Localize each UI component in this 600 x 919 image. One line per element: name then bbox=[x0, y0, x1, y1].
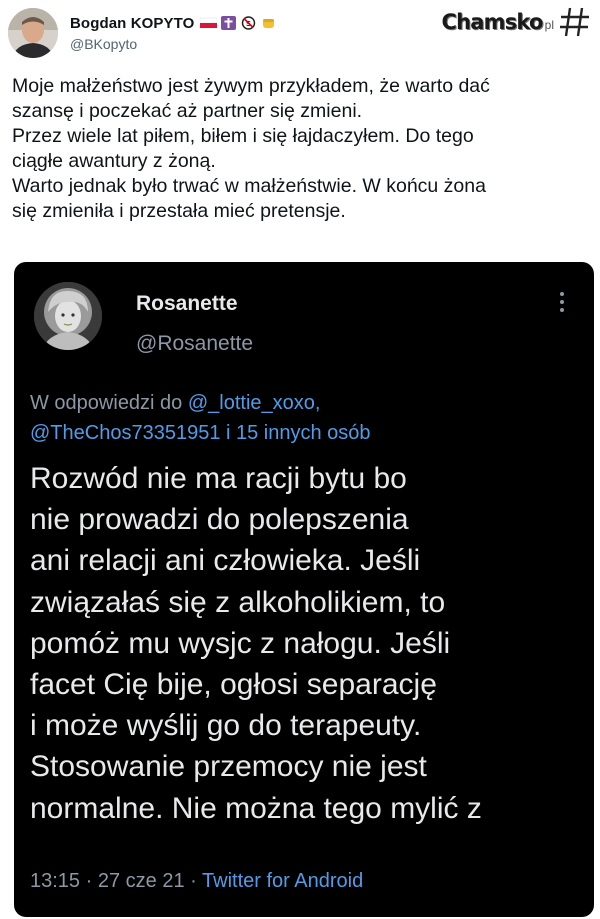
quoted-avatar[interactable] bbox=[34, 282, 102, 350]
cross-icon bbox=[221, 16, 237, 30]
name-badges: S bbox=[200, 16, 277, 30]
tweet-text-line: Warto jednak było trwać w małżeństwie. W… bbox=[12, 175, 486, 197]
quoted-display-name[interactable]: Rosanette bbox=[136, 292, 238, 316]
quoted-tweet-text: Rozwód nie ma racji bytu bo nie prowadzi… bbox=[30, 458, 580, 829]
quoted-text-line: Rozwód nie ma racji bytu bo bbox=[30, 462, 407, 495]
watermark-text: Chamsko bbox=[439, 10, 545, 34]
tweet-time[interactable]: 13:15 bbox=[30, 870, 80, 892]
quoted-text-line: związałaś się z alkoholikiem, to bbox=[30, 585, 446, 619]
tweet-metadata: 13:15 · 27 cze 21 · Twitter for Android bbox=[30, 870, 363, 893]
quoted-text-line: nie prowadzi do polepszenia bbox=[30, 503, 409, 537]
quoted-text-line: normalne. Nie można tego mylić z bbox=[30, 791, 482, 825]
tweet-text-line: Przez wiele lat piłem, biłem i się łajda… bbox=[12, 125, 474, 147]
hashtag-icon bbox=[560, 7, 589, 37]
tweet-text-line: Moje małżeństwo jest żywym przykładem, ż… bbox=[12, 75, 490, 97]
author-row: Bogdan KOPYTO S bbox=[70, 12, 277, 34]
quoted-avatar-photo bbox=[34, 282, 102, 350]
watermark: Chamsko pl bbox=[439, 6, 593, 38]
mention-link[interactable]: @_lottie_xoxo, bbox=[188, 392, 321, 414]
quoted-text-line: pomóż mu wysjc z nałogu. Jeśli bbox=[30, 626, 451, 660]
fist-icon bbox=[263, 19, 275, 28]
tweet-text-line: się zmieniła i przestała mieć pretensje. bbox=[12, 200, 346, 222]
quoted-text-line: ani relacji ani człowieka. Jeśli bbox=[30, 544, 421, 578]
meta-separator: · bbox=[190, 870, 197, 892]
tweet-date[interactable]: 27 cze 21 bbox=[98, 870, 185, 892]
tweet-text-line: ciągłe awantury z żoną. bbox=[12, 150, 216, 172]
user-handle[interactable]: @BKopyto bbox=[70, 36, 137, 52]
more-options-icon[interactable] bbox=[558, 292, 566, 316]
meta-separator: · bbox=[85, 870, 93, 892]
quoted-text-line: Stosowanie przemocy nie jest bbox=[30, 750, 427, 784]
quoted-handle[interactable]: @Rosanette bbox=[136, 332, 253, 356]
avatar-photo bbox=[8, 8, 58, 58]
mention-link[interactable]: @TheChos73351951 i 15 innych osób bbox=[30, 422, 371, 444]
quoted-text-line: facet Cię bije, ogłosi separację bbox=[30, 668, 437, 702]
display-name[interactable]: Bogdan KOPYTO bbox=[70, 15, 194, 32]
poland-flag-icon bbox=[200, 17, 218, 28]
quoted-text-line: i może wyślij go do terapeuty. bbox=[30, 709, 422, 743]
tweet-source-link[interactable]: Twitter for Android bbox=[202, 870, 363, 892]
reply-context: W odpowiedzi do @_lottie_xoxo, @TheChos7… bbox=[30, 388, 371, 448]
avatar[interactable] bbox=[8, 8, 58, 58]
tweet-text-line: szansę i poczekać aż partner się zmieni. bbox=[12, 100, 363, 122]
reply-prefix: W odpowiedzi do bbox=[30, 392, 183, 414]
embedded-screenshot[interactable]: Rosanette @Rosanette W odpowiedzi do @_l… bbox=[14, 262, 594, 917]
tweet-text: Moje małżeństwo jest żywym przykładem, ż… bbox=[12, 74, 590, 224]
watermark-suffix: pl bbox=[544, 18, 554, 32]
no-symbol-icon: S bbox=[242, 16, 256, 30]
